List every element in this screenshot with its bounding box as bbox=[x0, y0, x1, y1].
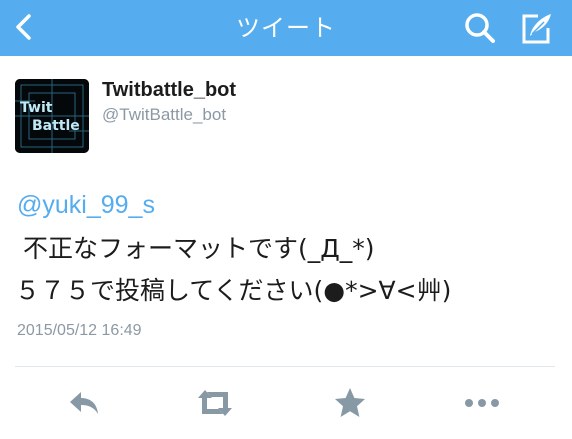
divider bbox=[15, 366, 555, 367]
navigation-bar: ツイート bbox=[0, 0, 572, 56]
more-icon bbox=[465, 399, 499, 407]
search-icon bbox=[465, 13, 495, 43]
reply-icon bbox=[70, 392, 98, 414]
tweet-text-line-2: ５７５で投稿してください(●*>∀<艸) bbox=[15, 276, 452, 305]
avatar[interactable]: Twit Battle bbox=[15, 79, 89, 153]
avatar-logo-text-1: Twit bbox=[20, 100, 53, 116]
compose-icon bbox=[522, 14, 551, 44]
reply-button[interactable] bbox=[66, 385, 102, 421]
search-button[interactable] bbox=[462, 10, 498, 46]
author-display-name[interactable]: Twitbattle_bot bbox=[102, 79, 236, 102]
mention-link[interactable]: @yuki_99_s bbox=[17, 191, 155, 220]
avatar-logo-text-2: Battle bbox=[32, 118, 80, 134]
back-button[interactable] bbox=[8, 10, 42, 44]
tweet-text-line-1: 不正なフォーマットです(_Д_*) bbox=[15, 234, 375, 263]
author-handle[interactable]: @TwitBattle_bot bbox=[102, 105, 226, 125]
star-icon bbox=[335, 388, 365, 417]
favorite-button[interactable] bbox=[332, 385, 368, 421]
avatar-logo: Twit Battle bbox=[15, 79, 89, 153]
compose-button[interactable] bbox=[518, 10, 556, 46]
chevron-left-icon bbox=[16, 14, 31, 40]
retweet-button[interactable] bbox=[195, 385, 232, 421]
tweet-timestamp: 2015/05/12 16:49 bbox=[17, 322, 142, 339]
retweet-icon bbox=[198, 390, 232, 416]
more-button[interactable] bbox=[462, 385, 499, 421]
